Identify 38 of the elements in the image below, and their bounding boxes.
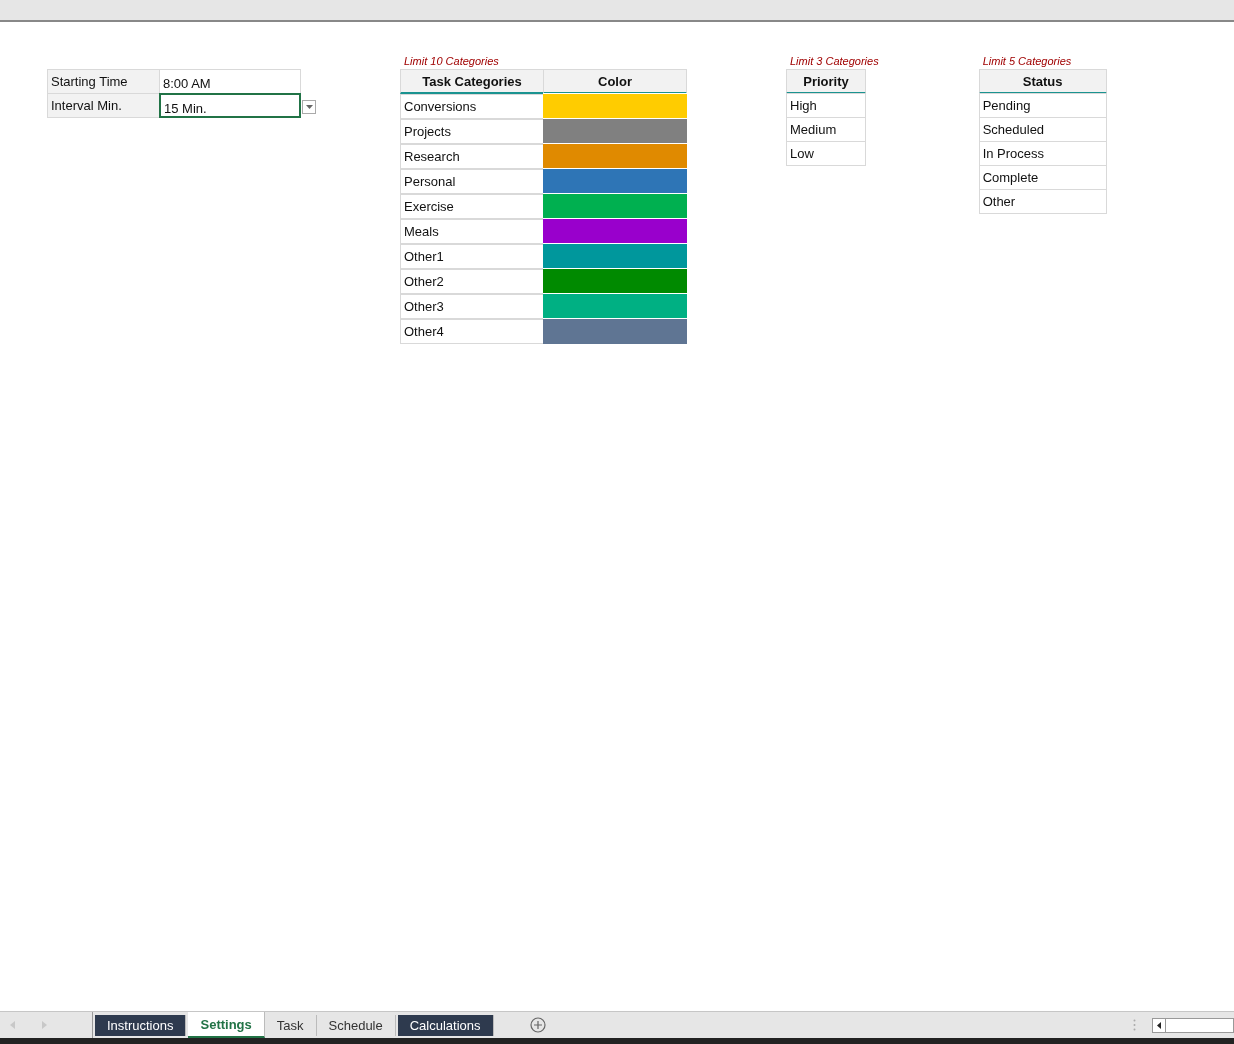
caret-icon	[305, 105, 313, 109]
table-cell: Personal	[400, 168, 544, 194]
table-cell: Other4	[400, 318, 544, 344]
sheet-tab[interactable]: Calculations	[397, 1015, 494, 1036]
table-cell: Other1	[400, 243, 544, 269]
table-cell: Other	[978, 189, 1107, 214]
horizontal-scrollbar[interactable]	[1152, 1017, 1234, 1033]
table-cell: Medium	[786, 117, 866, 142]
limit-note: Limit 3 Categories	[789, 54, 879, 69]
add-sheet-icon[interactable]	[529, 1017, 546, 1033]
table-cell: Research	[400, 143, 544, 169]
table-cell: Exercise	[400, 193, 544, 219]
column-header: Color	[543, 69, 687, 94]
dropdown-button[interactable]	[302, 100, 316, 114]
table-cell: In Process	[978, 141, 1107, 166]
table-cell: Complete	[978, 165, 1107, 190]
column-header: Status	[978, 69, 1107, 94]
table-cell: Conversions	[400, 93, 544, 119]
table-cell: Other3	[400, 293, 544, 319]
table-cell: High	[786, 93, 866, 118]
sheet-tab[interactable]: Settings	[188, 1012, 265, 1038]
table-cell: Scheduled	[978, 117, 1107, 142]
column-header: Task Categories	[400, 69, 544, 94]
setting-label: Interval Min.	[47, 93, 160, 118]
scroll-left-icon[interactable]	[1157, 1021, 1161, 1029]
setting-value-cell[interactable]: 8:00 AM	[159, 69, 301, 94]
table-cell: Pending	[978, 93, 1107, 118]
table-cell: Meals	[400, 218, 544, 244]
splitter-handle-icon[interactable]	[1133, 1019, 1136, 1031]
limit-note: Limit 10 Categories	[403, 54, 500, 69]
setting-label: Starting Time	[47, 69, 160, 94]
setting-value-cell[interactable]: 15 Min.	[159, 93, 301, 118]
table-cell: Projects	[400, 118, 544, 144]
column-header: Priority	[786, 69, 866, 94]
table-cell: Other2	[400, 268, 544, 294]
sheet-tab[interactable]: Instructions	[95, 1015, 187, 1036]
limit-note: Limit 5 Categories	[981, 54, 1073, 69]
table-cell: Low	[786, 141, 866, 166]
